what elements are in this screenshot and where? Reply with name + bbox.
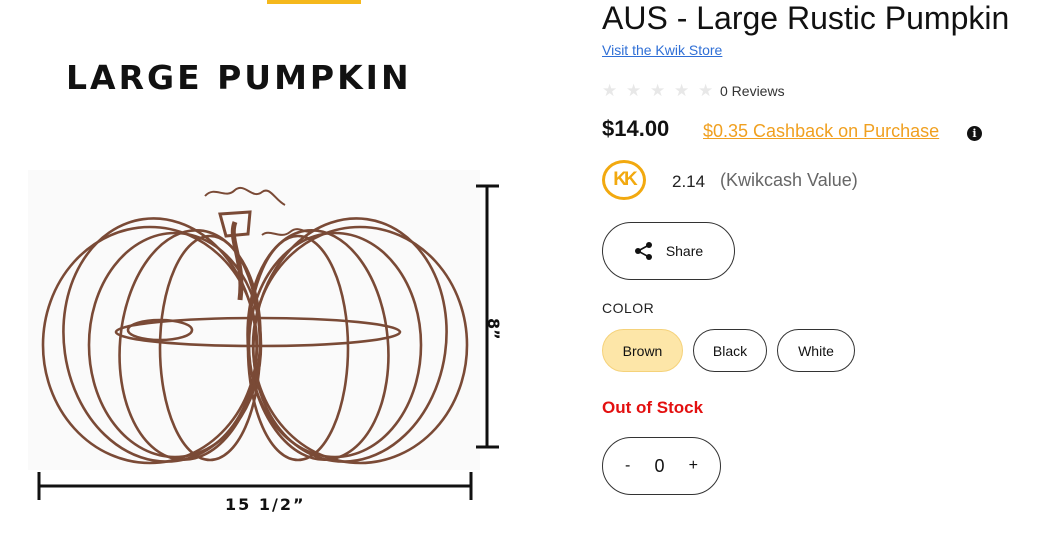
color-label: COLOR xyxy=(602,300,655,316)
product-image xyxy=(37,184,499,500)
star-icon: ★ xyxy=(626,81,642,100)
width-dimension-label: 15 1/2” xyxy=(225,495,306,514)
star-icon: ★ xyxy=(698,81,714,100)
product-title: AUS - Large Rustic Pumpkin xyxy=(602,0,1010,36)
rating-stars[interactable]: ★ ★ ★ ★ ★ xyxy=(602,82,716,100)
increase-quantity-button[interactable]: + xyxy=(689,457,698,475)
color-option-white[interactable]: White xyxy=(777,329,855,372)
quantity-value: 0 xyxy=(654,455,665,476)
pumpkin-wire-frame xyxy=(41,187,469,465)
color-option-brown[interactable]: Brown xyxy=(602,329,683,372)
star-icon: ★ xyxy=(650,81,666,100)
info-icon[interactable]: i xyxy=(967,126,982,141)
height-dimension-label: 8” xyxy=(484,318,503,340)
height-dimension-line xyxy=(476,184,499,449)
kwikcash-label: (Kwikcash Value) xyxy=(720,170,858,190)
decrease-quantity-button[interactable]: - xyxy=(625,457,630,475)
kwikcash-value: 2.14 xyxy=(672,172,706,191)
visit-store-link[interactable]: Visit the Kwik Store xyxy=(602,42,722,58)
share-label: Share xyxy=(665,243,704,259)
cashback-link[interactable]: $0.35 Cashback on Purchase xyxy=(703,121,939,142)
share-button[interactable]: Share xyxy=(602,222,735,280)
reviews-count[interactable]: 0 Reviews xyxy=(720,83,785,99)
share-icon xyxy=(634,242,652,260)
product-price: $14.00 xyxy=(602,116,670,141)
star-icon: ★ xyxy=(602,81,618,100)
color-option-black[interactable]: Black xyxy=(693,329,767,372)
kwikcash-logo-icon: KK xyxy=(602,160,646,200)
star-icon: ★ xyxy=(674,81,690,100)
stock-status: Out of Stock xyxy=(602,398,704,417)
quantity-stepper[interactable]: - 0 + xyxy=(602,437,721,495)
